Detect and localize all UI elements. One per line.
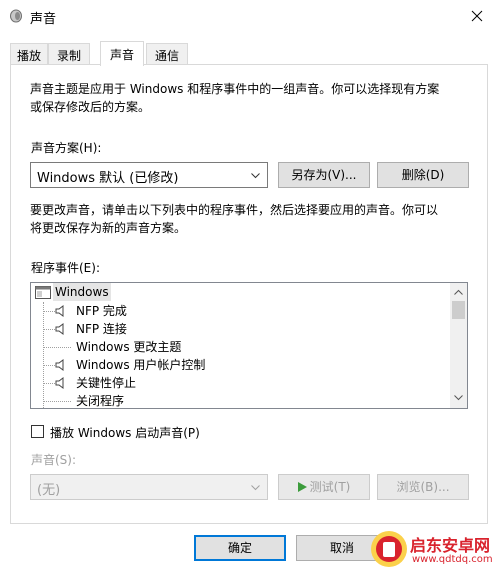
- vertical-scrollbar[interactable]: [450, 283, 467, 408]
- watermark: 启东安卓网 www.qdtdq.com: [368, 528, 500, 573]
- events-label: 程序事件(E):: [31, 261, 100, 275]
- tab-sounds[interactable]: 声音: [100, 41, 144, 66]
- tree-connector: [43, 329, 55, 330]
- chevron-down-icon: [454, 395, 463, 401]
- event-item[interactable]: Windows 用户帐户控制: [76, 356, 205, 374]
- tab-label: 录制: [56, 49, 81, 63]
- intro-line: 或保存修改后的方案。: [30, 100, 151, 114]
- tree-connector: [43, 302, 44, 408]
- speaker-icon: [55, 377, 64, 389]
- scheme-select[interactable]: Windows 默认 (已修改): [30, 162, 268, 188]
- sound-value: (无): [37, 483, 61, 498]
- tab-label: 声音: [109, 48, 134, 62]
- program-events-list[interactable]: Windows NFP 完成 NFP 连接 Windows 更改主题 Windo…: [30, 282, 468, 409]
- tree-connector: [43, 383, 55, 384]
- tab-playback[interactable]: 播放: [10, 43, 48, 65]
- instructions-line: 将更改保存为新的声音方案。: [30, 221, 187, 235]
- watermark-logo-icon: [371, 531, 407, 567]
- sound-label: 声音(S):: [31, 453, 77, 467]
- close-icon: [471, 10, 483, 22]
- intro-text: 声音主题是应用于 Windows 和程序事件中的一组声音。你可以选择现有方案 或…: [30, 80, 439, 116]
- chevron-up-icon: [454, 289, 463, 295]
- startup-sound-checkbox[interactable]: [31, 425, 44, 438]
- watermark-text: 启东安卓网: [410, 536, 491, 555]
- startup-sound-label[interactable]: 播放 Windows 启动声音(P): [50, 424, 200, 441]
- delete-button[interactable]: 删除(D): [377, 162, 469, 188]
- sound-select[interactable]: (无): [30, 474, 268, 500]
- instructions-line: 要更改声音，请单击以下列表中的程序事件，然后选择要应用的声音。你可以: [30, 203, 439, 217]
- title-bar: 声音: [0, 0, 500, 32]
- browse-button[interactable]: 浏览(B)...: [377, 474, 469, 500]
- test-button[interactable]: 测试(T): [278, 474, 370, 500]
- ok-button[interactable]: 确定: [194, 535, 286, 561]
- tree-connector: [43, 347, 71, 348]
- tab-communications[interactable]: 通信: [146, 43, 188, 65]
- instructions-text: 要更改声音，请单击以下列表中的程序事件，然后选择要应用的声音。你可以 将更改保存…: [30, 201, 438, 237]
- close-button[interactable]: [454, 0, 500, 32]
- event-item[interactable]: Windows 更改主题: [76, 338, 181, 356]
- speaker-icon: [55, 305, 64, 317]
- play-icon: [297, 482, 307, 492]
- test-label: 测试(T): [309, 480, 351, 494]
- speaker-icon: [10, 9, 22, 23]
- scroll-thumb[interactable]: [452, 301, 465, 319]
- tab-recording[interactable]: 录制: [48, 43, 90, 65]
- intro-line: 声音主题是应用于 Windows 和程序事件中的一组声音。你可以选择现有方案: [30, 82, 440, 96]
- chevron-down-icon: [251, 173, 260, 179]
- scheme-value: Windows 默认 (已修改): [37, 171, 179, 186]
- tree-connector: [43, 311, 55, 312]
- tree-connector: [43, 365, 55, 366]
- tab-label: 通信: [154, 49, 179, 63]
- tree-root-windows[interactable]: Windows: [53, 283, 111, 301]
- scheme-label: 声音方案(H):: [31, 141, 102, 155]
- event-item[interactable]: NFP 连接: [76, 320, 127, 338]
- watermark-url: www.qdtdq.com: [412, 554, 493, 565]
- tree-connector: [43, 401, 71, 402]
- save-as-button[interactable]: 另存为(V)...: [278, 162, 370, 188]
- event-item[interactable]: 关键性停止: [76, 374, 136, 392]
- window-icon: [35, 286, 51, 299]
- window-title: 声音: [30, 12, 57, 27]
- event-item[interactable]: 关闭程序: [76, 392, 124, 408]
- speaker-icon: [55, 323, 64, 335]
- tab-label: 播放: [16, 49, 41, 63]
- speaker-icon: [55, 359, 64, 371]
- event-item[interactable]: NFP 完成: [76, 302, 127, 320]
- chevron-down-icon: [251, 485, 260, 491]
